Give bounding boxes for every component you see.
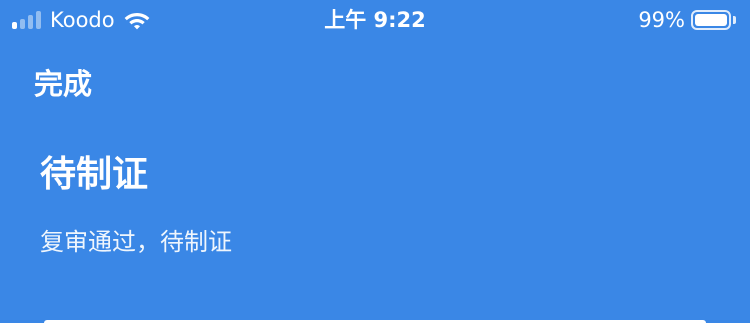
- status-bar: Koodo 上午 9:22 99%: [0, 0, 750, 40]
- battery-fill: [695, 14, 727, 26]
- page-title: 待制证: [40, 154, 149, 195]
- status-right: 99%: [638, 6, 736, 34]
- done-button[interactable]: 完成: [34, 64, 92, 104]
- battery-nub: [733, 16, 736, 24]
- battery-icon: [691, 10, 731, 30]
- battery-percentage: 99%: [638, 8, 685, 32]
- page-subtitle: 复审通过，待制证: [40, 228, 232, 256]
